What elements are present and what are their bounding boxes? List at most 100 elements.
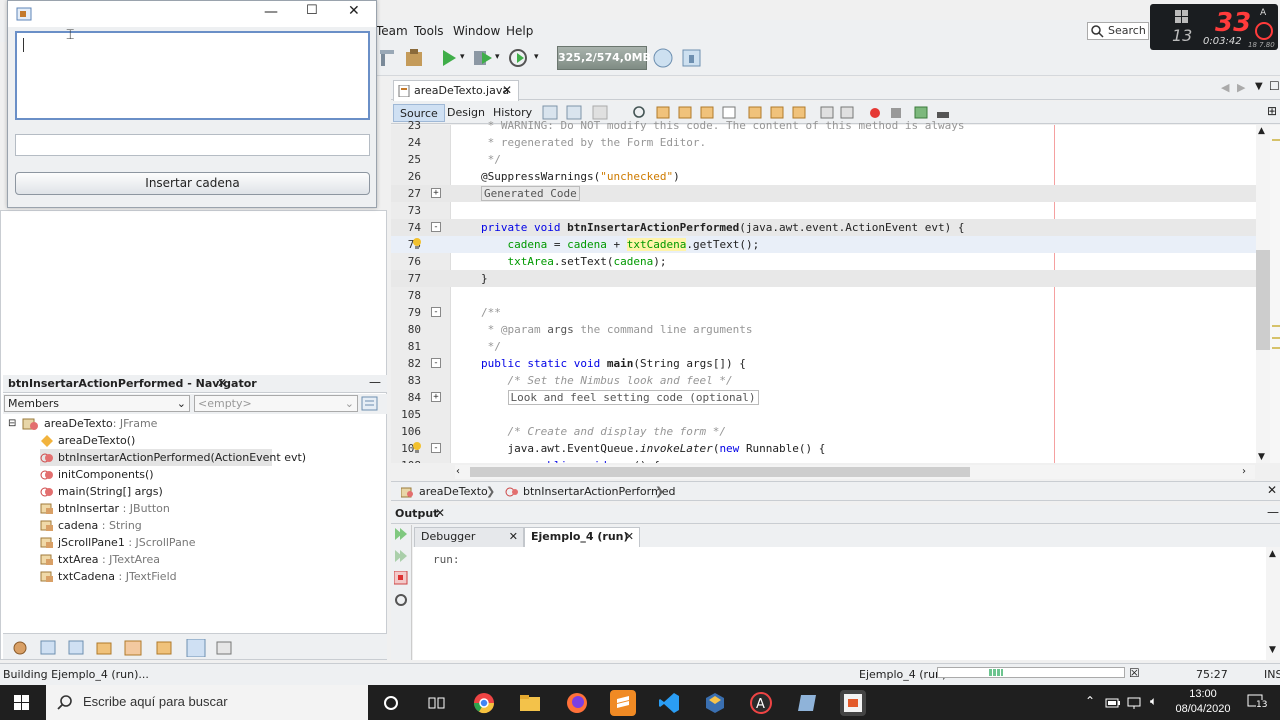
menu-help[interactable]: Help (506, 24, 533, 38)
menu-team[interactable]: Team (376, 24, 408, 38)
code-line[interactable]: 82- public static void main(String args[]… (391, 355, 1258, 372)
close-tab-icon[interactable]: ✕ (502, 83, 512, 97)
taskbar-search-box[interactable]: Escribe aquí para buscar (46, 685, 368, 720)
members-select[interactable]: Members ⌄ (4, 395, 190, 412)
editor-horizontal-scroll-thumb[interactable] (470, 467, 970, 477)
build-icon[interactable] (378, 48, 398, 68)
insertar-cadena-button[interactable]: Insertar cadena (15, 172, 370, 195)
app-notes-icon[interactable] (794, 690, 820, 716)
collapse-fold-icon[interactable]: - (431, 222, 441, 232)
navigator-options-icon[interactable] (361, 396, 379, 412)
code-line[interactable]: 75 cadena = cadena + txtCadena.getText()… (391, 236, 1258, 253)
code-line[interactable]: 26 @SuppressWarnings("unchecked") (391, 168, 1258, 185)
menu-tools[interactable]: Tools (414, 24, 444, 38)
close-debugger-tab-icon[interactable]: ✕ (509, 528, 518, 546)
code-line[interactable]: 80 * @param args the command line argume… (391, 321, 1258, 338)
rerun-params-icon[interactable] (394, 549, 408, 563)
sublime-text-icon[interactable] (610, 690, 636, 716)
code-line[interactable]: 106 /* Create and display the form */ (391, 423, 1258, 440)
breadcrumb-class[interactable]: areaDeTexto (419, 485, 488, 498)
navigator-item[interactable]: areaDeTexto() (40, 432, 340, 449)
txt-cadena-field[interactable] (15, 134, 370, 156)
breadcrumb-method[interactable]: btnInsertarActionPerformed (523, 485, 675, 498)
collapse-icon[interactable]: ⊟ (8, 415, 16, 432)
vscode-icon[interactable] (656, 690, 682, 716)
chrome-icon[interactable] (471, 690, 497, 716)
close-breadcrumb-icon[interactable]: ✕ (1267, 483, 1277, 497)
code-lines[interactable]: 23 * WARNING: Do NOT modify this code. T… (391, 117, 1258, 463)
navigator-item[interactable]: btnInsertarActionPerformed(ActionEvent e… (40, 449, 306, 466)
hint-bulb-icon-2[interactable] (412, 441, 422, 453)
navigator-item[interactable]: main(String[] args) (40, 483, 340, 500)
code-line[interactable]: 23 * WARNING: Do NOT modify this code. T… (391, 117, 1258, 134)
tab-scroll-right-icon[interactable]: ▶ (1237, 81, 1245, 94)
app-a-icon[interactable]: A (748, 690, 774, 716)
run-dropdown-icon[interactable]: ▾ (460, 52, 465, 62)
volume-icon[interactable]: 🔈︎ (1150, 694, 1157, 709)
tab-ejemplo-run[interactable]: Ejemplo_4 (run) ✕ (524, 527, 640, 547)
scroll-up-icon[interactable]: ▲ (1258, 126, 1265, 136)
code-line[interactable]: 108 public void run() { (391, 457, 1258, 463)
output-console[interactable]: run: (413, 547, 1266, 660)
editor-vertical-scroll-thumb[interactable] (1256, 250, 1270, 350)
virtualbox-icon[interactable] (702, 690, 728, 716)
cancel-task-icon[interactable]: ☒ (1129, 666, 1140, 680)
collapse-fold-icon[interactable]: - (431, 307, 441, 317)
show-hidden-icons-icon[interactable]: ⌃ (1085, 694, 1095, 708)
split-editor-icon[interactable]: ⊞ (1267, 104, 1277, 118)
code-line[interactable]: 78 (391, 287, 1258, 304)
minimize-navigator-icon[interactable]: — (369, 375, 381, 389)
menu-window[interactable]: Window (453, 24, 500, 38)
run-icon[interactable] (440, 48, 458, 68)
expand-fold-icon[interactable]: + (431, 392, 441, 402)
navigator-item[interactable]: txtArea : JTextArea (40, 551, 340, 568)
context-select[interactable]: <empty> ⌄ (194, 395, 358, 412)
file-explorer-icon[interactable] (517, 690, 543, 716)
maximize-icon[interactable]: ☐ (306, 3, 318, 18)
code-line[interactable]: 81 */ (391, 338, 1258, 355)
ide-search-input[interactable]: Search (1087, 22, 1149, 40)
txt-area[interactable] (15, 31, 370, 120)
navigator-item[interactable]: btnInsertar : JButton (40, 500, 340, 517)
expand-fold-icon[interactable]: + (431, 188, 441, 198)
close-output-icon[interactable]: ✕ (435, 506, 445, 520)
battery-icon[interactable] (1105, 696, 1121, 710)
code-line[interactable]: 79- /** (391, 304, 1258, 321)
navigator-item[interactable]: jScrollPane1 : JScrollPane (40, 534, 340, 551)
navigator-item[interactable]: initComponents() (40, 466, 340, 483)
code-line[interactable]: 76 txtArea.setText(cadena); (391, 253, 1258, 270)
code-line[interactable]: 84 + Look and feel setting code (optional… (391, 389, 1258, 406)
code-line[interactable]: 74- private void btnInsertarActionPerform… (391, 219, 1258, 236)
debug-dropdown-icon[interactable]: ▾ (495, 52, 500, 62)
tab-debugger-console[interactable]: Debugger Console ✕ (414, 527, 524, 561)
profile-dropdown-icon[interactable]: ▾ (534, 52, 539, 62)
close-navigator-icon[interactable]: ✕ (217, 376, 227, 390)
minimize-output-icon[interactable]: — (1267, 505, 1279, 519)
navigator-item[interactable]: cadena : String (40, 517, 340, 534)
settings-icon[interactable] (394, 593, 408, 607)
profiler-icon[interactable] (680, 47, 704, 69)
scroll-left-icon[interactable]: ‹ (456, 466, 460, 477)
scroll-down-icon[interactable]: ▼ (1258, 452, 1265, 462)
output-scrollbar[interactable]: ▲ ▼ (1266, 547, 1280, 660)
code-line[interactable]: 83 /* Set the Nimbus look and feel */ (391, 372, 1258, 389)
rerun-icon[interactable] (394, 527, 408, 541)
hint-bulb-icon[interactable] (412, 237, 422, 249)
collapse-fold-icon[interactable]: - (431, 443, 441, 453)
code-line[interactable]: 27 + Generated Code (391, 185, 1258, 202)
navigator-filter-icons[interactable] (11, 639, 243, 657)
stop-icon[interactable] (394, 571, 408, 585)
maximize-editor-icon[interactable]: ☐ (1269, 79, 1280, 93)
code-line[interactable]: 107- java.awt.EventQueue.invokeLater(new… (391, 440, 1258, 457)
minimize-icon[interactable]: — (264, 4, 278, 20)
code-line[interactable]: 77} (391, 270, 1258, 287)
tab-list-icon[interactable]: ▼ (1255, 81, 1263, 92)
close-run-tab-icon[interactable]: ✕ (625, 528, 634, 546)
firefox-icon[interactable] (564, 690, 590, 716)
java-app-icon[interactable] (840, 690, 866, 716)
tree-root[interactable]: ⊟ areaDeTexto :: JFrame (8, 415, 378, 432)
output-scroll-down-icon[interactable]: ▼ (1269, 645, 1276, 655)
output-scroll-up-icon[interactable]: ▲ (1269, 549, 1276, 559)
tab-areadetexto-java[interactable]: areaDeTexto.java ✕ (393, 80, 519, 101)
navigator-item[interactable]: txtCadena : JTextField (40, 568, 340, 585)
